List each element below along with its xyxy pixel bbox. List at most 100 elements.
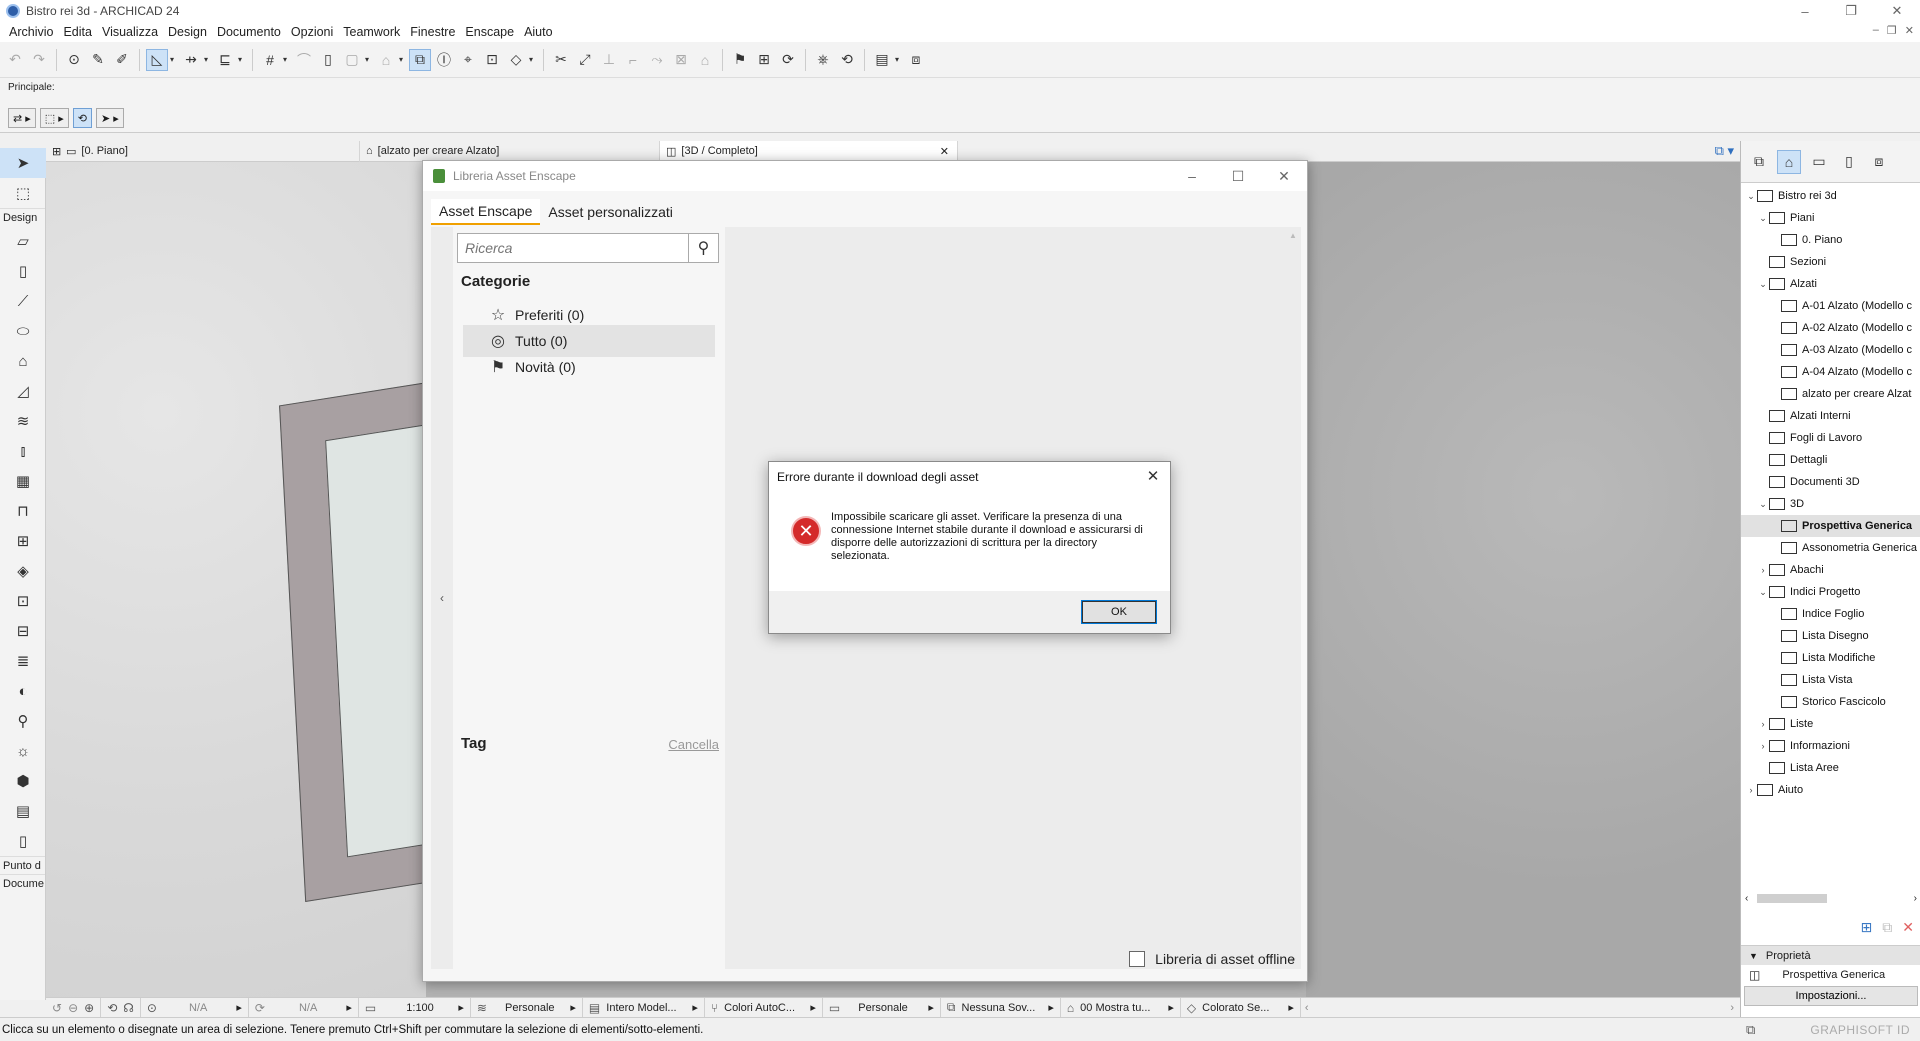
enscape-minimize-button[interactable]: – xyxy=(1169,161,1215,191)
offset-icon[interactable]: ⤳ xyxy=(646,49,668,71)
marquee-tool-icon[interactable]: ⬚ xyxy=(0,178,46,208)
tree-item[interactable]: Dettagli xyxy=(1741,449,1920,471)
lock-icon[interactable]: ⌂ xyxy=(375,49,397,71)
tag-clear-link[interactable]: Cancella xyxy=(668,737,719,752)
chevron-down-icon[interactable]: ▾ xyxy=(529,55,537,64)
tab-floor-plan[interactable]: ▭ [0. Piano] xyxy=(60,140,360,162)
stair-tool-icon[interactable]: ≋ xyxy=(0,406,46,436)
pen-set-selector[interactable]: ⑂ Colori AutoC... ▸ xyxy=(705,997,823,1018)
tree-item[interactable]: A-04 Alzato (Modello c xyxy=(1741,361,1920,383)
id-icon[interactable]: ⧉ xyxy=(1746,1022,1755,1038)
renovation-override-selector[interactable]: ⧉ Nessuna Sov... ▸ xyxy=(941,997,1061,1018)
delete-view-icon[interactable]: ✕ xyxy=(1902,919,1914,936)
enscape-maximize-button[interactable]: ☐ xyxy=(1215,161,1261,191)
zone-tool-icon[interactable]: ⊟ xyxy=(0,616,46,646)
tree-item[interactable]: Assonometria Generica xyxy=(1741,537,1920,559)
view-settings-icon[interactable]: ▤ xyxy=(871,49,893,71)
grid-snap-icon[interactable]: # xyxy=(259,49,281,71)
expand-arrow-icon[interactable]: › xyxy=(1757,565,1769,575)
search-icon[interactable]: ⚲ xyxy=(688,234,718,262)
wall-tool-icon[interactable]: ▱ xyxy=(0,226,46,256)
tree-item[interactable]: ⌄ Bistro rei 3d xyxy=(1741,185,1920,207)
close-button[interactable]: ✕ xyxy=(1874,0,1920,22)
rotation-readout[interactable]: ⟳ N/A ▸ xyxy=(249,997,359,1018)
tree-item[interactable]: Prospettiva Generica xyxy=(1741,515,1920,537)
renovation-filter-selector[interactable]: ⌂ 00 Mostra tu... ▸ xyxy=(1061,997,1181,1018)
curtain-wall-tool-icon[interactable]: ▦ xyxy=(0,466,46,496)
toolbox-section-design[interactable]: Design xyxy=(0,208,45,226)
expand-arrow-icon[interactable]: › xyxy=(1757,741,1769,751)
chevron-down-icon[interactable]: ▾ xyxy=(204,55,212,64)
tree-item[interactable]: Lista Modifiche xyxy=(1741,647,1920,669)
adjust-icon[interactable]: ⤢ xyxy=(574,49,596,71)
tab-3d[interactable]: ◫ [3D / Completo] ✕ xyxy=(660,140,958,162)
fillet-icon[interactable]: ⌐ xyxy=(622,49,644,71)
stretch-icon[interactable]: ⊠ xyxy=(670,49,692,71)
doc-close-icon[interactable]: ✕ xyxy=(1905,24,1914,37)
morph-tool-icon[interactable]: ◐ xyxy=(0,676,46,706)
tree-item[interactable]: › Abachi xyxy=(1741,559,1920,581)
view-settings-button[interactable]: Impostazioni... xyxy=(1744,986,1918,1006)
properties-header[interactable]: ▼ Proprietà xyxy=(1741,945,1920,965)
tab-asset-personalizzati[interactable]: Asset personalizzati xyxy=(540,199,681,225)
object-tool-icon[interactable]: ⊡ xyxy=(0,586,46,616)
expand-arrow-icon[interactable]: ⌄ xyxy=(1757,213,1769,224)
layout-book-icon[interactable]: ▯ xyxy=(1837,150,1861,174)
scroll-right-icon[interactable]: › xyxy=(1730,1002,1734,1014)
figure-tool-icon[interactable]: ⚲ xyxy=(0,706,46,736)
rotate-selection-button[interactable]: ⟲ xyxy=(72,108,92,128)
section-tool-icon[interactable]: ▯ xyxy=(0,826,46,856)
expand-arrow-icon[interactable]: ⌄ xyxy=(1757,587,1769,598)
pick-up-icon[interactable]: ⊙ xyxy=(63,49,85,71)
door-tool-icon[interactable]: ⊓ xyxy=(0,496,46,526)
sidebar-collapse-toggle[interactable]: ‹ xyxy=(431,227,453,969)
new-view-icon[interactable]: ⊞ xyxy=(1861,919,1873,936)
category-novita[interactable]: ⚑ Novità (0) xyxy=(463,351,715,383)
publish-icon[interactable]: ⊞ xyxy=(753,49,775,71)
expand-arrow-icon[interactable]: ⌄ xyxy=(1757,279,1769,290)
section-marker-icon[interactable]: ⧉ xyxy=(409,48,431,71)
chevron-down-icon[interactable]: ▾ xyxy=(399,55,407,64)
tree-item[interactable]: Fogli di Lavoro xyxy=(1741,427,1920,449)
menu-opzioni[interactable]: Opzioni xyxy=(286,25,338,39)
enscape-sync-icon[interactable]: ⟲ xyxy=(836,49,858,71)
zoom-out-icon[interactable]: ⊖ xyxy=(68,1001,78,1015)
tree-item[interactable]: A-03 Alzato (Modello c xyxy=(1741,339,1920,361)
skylight-tool-icon[interactable]: ◈ xyxy=(0,556,46,586)
toolbox-section-viewpoint[interactable]: Punto d xyxy=(0,856,45,874)
menu-edita[interactable]: Edita xyxy=(58,25,97,39)
tab-asset-enscape[interactable]: Asset Enscape xyxy=(431,199,541,225)
undo-zoom-icon[interactable]: ↺ xyxy=(52,1001,62,1015)
tree-item[interactable]: Lista Disegno xyxy=(1741,625,1920,647)
column-tool-icon[interactable]: ▯ xyxy=(0,256,46,286)
scale-selector[interactable]: ▭ 1:100 ▸ xyxy=(359,997,471,1018)
railing-tool-icon[interactable]: ⫾ xyxy=(0,436,46,466)
graphic-override-selector[interactable]: ◇ Colorato Se... ▸ xyxy=(1181,997,1301,1018)
mesh-tool-icon[interactable]: ≣ xyxy=(0,646,46,676)
close-tab-icon[interactable]: ✕ xyxy=(940,145,949,158)
split-icon[interactable]: ✂ xyxy=(550,49,572,71)
marquee-shape-button[interactable]: ⬚ ▸ xyxy=(39,108,69,128)
tree-item[interactable]: alzato per creare Alzat xyxy=(1741,383,1920,405)
menu-enscape[interactable]: Enscape xyxy=(460,25,519,39)
menu-documento[interactable]: Documento xyxy=(212,25,286,39)
lamp-tool-icon[interactable]: ☼ xyxy=(0,736,46,766)
asset-search-input[interactable] xyxy=(458,234,688,262)
project-chooser-icon[interactable]: ⧉ xyxy=(1747,150,1771,174)
syringe-icon[interactable]: ✐ xyxy=(111,49,133,71)
tree-item[interactable]: A-02 Alzato (Modello c xyxy=(1741,317,1920,339)
trace-icon[interactable]: ⌒ xyxy=(293,49,315,71)
expand-arrow-icon[interactable]: ⌄ xyxy=(1757,499,1769,510)
layer-combination-selector[interactable]: ≋ Personale ▸ xyxy=(471,997,583,1018)
menu-design[interactable]: Design xyxy=(163,25,212,39)
scrollbar-thumb[interactable] xyxy=(1757,894,1827,903)
tree-item[interactable]: › Liste xyxy=(1741,713,1920,735)
chevron-down-icon[interactable]: ▾ xyxy=(170,55,178,64)
menu-visualizza[interactable]: Visualizza xyxy=(97,25,163,39)
chevron-down-icon[interactable]: ▾ xyxy=(365,55,373,64)
expand-arrow-icon[interactable]: › xyxy=(1745,785,1757,795)
text-style-icon[interactable]: Ⓘ xyxy=(433,49,455,71)
menu-teamwork[interactable]: Teamwork xyxy=(338,25,405,39)
scroll-right-icon[interactable]: › xyxy=(1914,893,1917,904)
tree-item[interactable]: Sezioni xyxy=(1741,251,1920,273)
